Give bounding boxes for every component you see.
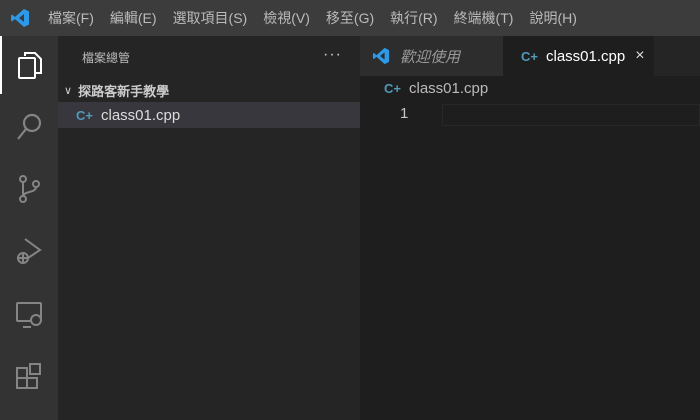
extensions-icon[interactable] [0,348,58,406]
cpp-file-icon: C+ [384,81,401,96]
menu-edit[interactable]: 編輯(E) [102,8,165,28]
menu-help[interactable]: 說明(H) [521,8,584,28]
editor-text-area[interactable] [442,104,700,126]
menu-view[interactable]: 檢視(V) [255,8,318,28]
editor-tabs: 歡迎使用 C+ class01.cpp × [360,36,700,76]
chevron-down-icon: ∨ [64,84,73,97]
folder-name: 探路客新手教學 [78,83,170,99]
run-debug-icon[interactable] [0,222,58,280]
vscode-logo-icon [372,47,390,65]
breadcrumb-file: class01.cpp [408,80,489,97]
menu-selection[interactable]: 選取項目(S) [165,8,256,28]
menu-go[interactable]: 移至(G) [318,8,382,28]
explorer-icon[interactable] [0,36,58,94]
more-actions-icon[interactable]: ··· [323,46,342,64]
source-control-icon[interactable] [0,160,58,218]
remote-explorer-icon[interactable] [0,286,58,344]
file-name: class01.cpp [100,106,181,124]
menu-terminal[interactable]: 終端機(T) [446,8,522,28]
activity-bar [0,36,58,420]
tab-label: class01.cpp [545,47,626,65]
vscode-logo-icon [0,0,40,36]
search-icon[interactable] [0,98,58,156]
cpp-file-icon: C+ [521,48,538,64]
tab-welcome[interactable]: 歡迎使用 [360,36,503,76]
explorer-title: 檔案總管 [82,50,131,65]
file-item[interactable]: C+ class01.cpp [58,102,360,128]
close-tab-icon[interactable]: × [635,47,644,65]
menu-run[interactable]: 執行(R) [382,8,445,28]
menu-file[interactable]: 檔案(F) [40,8,102,28]
title-bar: 檔案(F) 編輯(E) 選取項目(S) 檢視(V) 移至(G) 執行(R) 終端… [0,0,700,36]
explorer-sidebar: 檔案總管 ··· ∨ 探路客新手教學 C+ class01.cpp [58,36,360,420]
tab-label: 歡迎使用 [400,48,461,66]
breadcrumb[interactable]: C+ class01.cpp [384,80,488,97]
line-number: 1 [400,105,409,122]
tab-class01-cpp[interactable]: C+ class01.cpp × [503,36,654,76]
folder-row[interactable]: ∨ 探路客新手教學 [58,78,360,102]
cpp-file-icon: C+ [76,107,93,123]
